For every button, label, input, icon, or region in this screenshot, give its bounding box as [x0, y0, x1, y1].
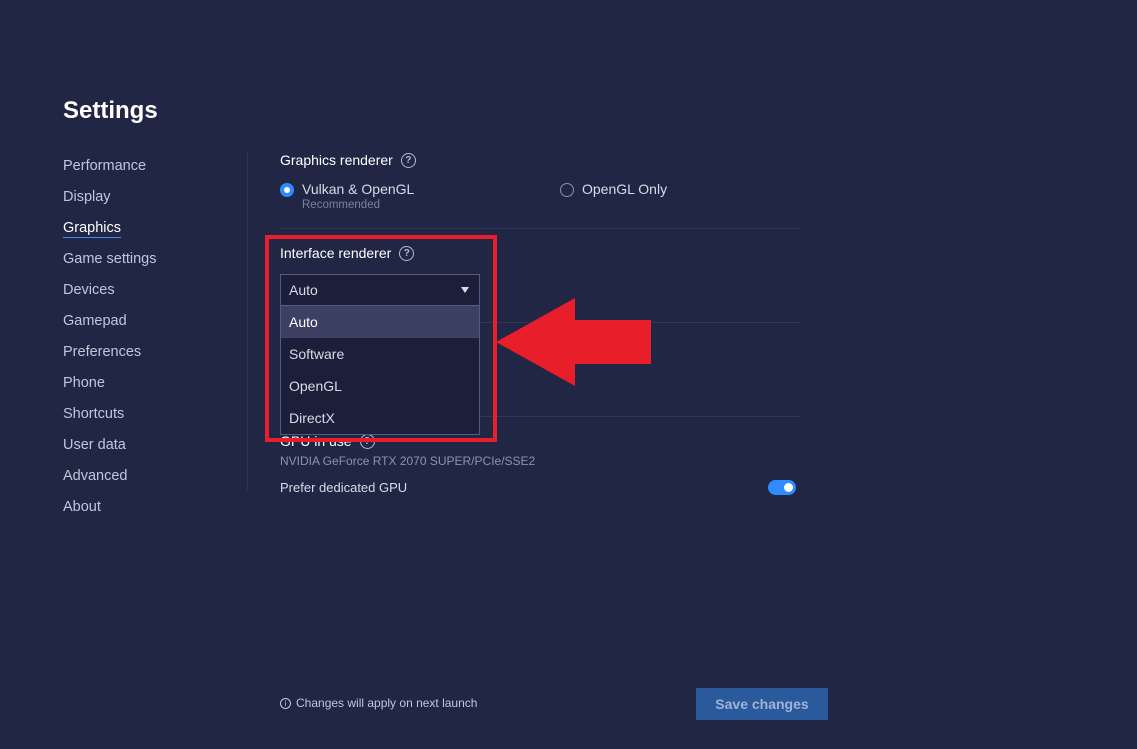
gpu-in-use-label: GPU in use ? [280, 433, 375, 449]
info-icon: i [280, 697, 291, 709]
sidebar-item-phone[interactable]: Phone [63, 372, 233, 403]
sidebar-item-label: Advanced [63, 468, 128, 484]
help-icon[interactable]: ? [400, 152, 416, 168]
dropdown-option-auto[interactable]: Auto [281, 306, 479, 338]
sidebar-item-label: Gamepad [63, 313, 127, 329]
footer-note-text: Changes will apply on next launch [296, 696, 478, 710]
sidebar-item-about[interactable]: About [63, 496, 233, 527]
sidebar-item-label: Devices [63, 282, 115, 298]
sidebar-item-label: Performance [63, 158, 147, 174]
sidebar-item-label: Preferences [63, 344, 142, 360]
sidebar-item-graphics[interactable]: Graphics [63, 217, 233, 248]
sidebar-item-display[interactable]: Display [63, 186, 233, 217]
footer-note: i Changes will apply on next launch [280, 696, 477, 710]
sidebar-divider [247, 152, 248, 490]
settings-page: Settings Performance Display Graphics Ga… [0, 0, 1137, 749]
prefer-dedicated-gpu-label: Prefer dedicated GPU [280, 480, 408, 495]
sidebar: Performance Display Graphics Game settin… [63, 155, 233, 527]
gpu-in-use-title: GPU in use [280, 433, 352, 449]
sidebar-item-game-settings[interactable]: Game settings [63, 248, 233, 279]
radio-unchecked-icon[interactable] [560, 183, 574, 197]
save-changes-button[interactable]: Save changes [696, 688, 828, 720]
interface-renderer-label: Interface renderer ? [280, 245, 415, 261]
sidebar-item-label: Shortcuts [63, 406, 125, 422]
sidebar-item-shortcuts[interactable]: Shortcuts [63, 403, 233, 434]
interface-renderer-dropdown: Auto Software OpenGL DirectX [280, 306, 480, 435]
radio-label: Vulkan & OpenGL [302, 181, 415, 197]
dropdown-option-directx[interactable]: DirectX [281, 402, 479, 434]
radio-opengl-only[interactable]: OpenGL Only [560, 181, 667, 197]
red-arrow-icon [496, 298, 651, 386]
help-icon[interactable]: ? [399, 245, 415, 261]
interface-renderer-select[interactable]: Auto [280, 274, 480, 306]
sidebar-item-user-data[interactable]: User data [63, 434, 233, 465]
gpu-value: NVIDIA GeForce RTX 2070 SUPER/PCIe/SSE2 [280, 454, 536, 468]
dropdown-option-opengl[interactable]: OpenGL [281, 370, 479, 402]
section-divider [280, 228, 800, 229]
sidebar-item-label: Game settings [63, 251, 157, 267]
sidebar-item-devices[interactable]: Devices [63, 279, 233, 310]
sidebar-item-performance[interactable]: Performance [63, 155, 233, 186]
sidebar-item-gamepad[interactable]: Gamepad [63, 310, 233, 341]
caret-down-icon [461, 287, 469, 293]
prefer-dedicated-gpu-toggle[interactable] [768, 480, 796, 495]
help-icon[interactable]: ? [359, 433, 375, 449]
sidebar-item-label: About [63, 499, 101, 515]
interface-renderer-title: Interface renderer [280, 245, 392, 261]
sidebar-item-advanced[interactable]: Advanced [63, 465, 233, 496]
graphics-renderer-label: Graphics renderer ? [280, 152, 416, 168]
page-title: Settings [63, 97, 158, 124]
radio-label: OpenGL Only [582, 181, 668, 197]
radio-sublabel: Recommended [302, 199, 380, 211]
sidebar-item-label: Graphics [63, 220, 122, 238]
sidebar-item-preferences[interactable]: Preferences [63, 341, 233, 372]
radio-checked-icon[interactable] [280, 183, 294, 197]
select-value: Auto [289, 282, 318, 298]
dropdown-option-software[interactable]: Software [281, 338, 479, 370]
radio-vulkan-opengl[interactable]: Vulkan & OpenGL Recommended [280, 181, 414, 211]
sidebar-item-label: Phone [63, 375, 105, 391]
section-divider [480, 416, 800, 417]
sidebar-item-label: User data [63, 437, 126, 453]
sidebar-item-label: Display [63, 189, 111, 205]
graphics-renderer-title: Graphics renderer [280, 152, 393, 168]
